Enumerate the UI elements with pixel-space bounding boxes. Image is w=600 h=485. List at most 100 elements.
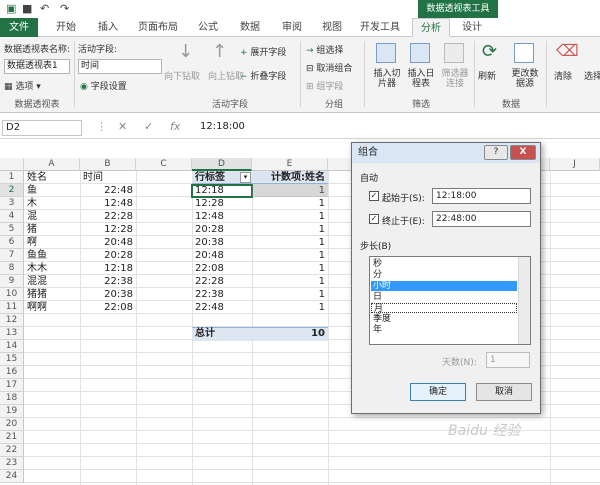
row-header[interactable]: 6 (0, 236, 24, 249)
list-item[interactable]: 分 (371, 270, 517, 280)
cell-name[interactable]: 猪 (24, 223, 80, 236)
row-header[interactable]: 16 (0, 366, 24, 379)
start-checkbox[interactable]: ✓ (369, 191, 379, 201)
name-box[interactable]: D2 (2, 120, 82, 136)
cell-time[interactable]: 22:38 (80, 275, 136, 288)
cell-name[interactable]: 猪猪 (24, 288, 80, 301)
refresh-button[interactable]: 刷新 (478, 69, 496, 82)
redo-icon[interactable]: ↷ (60, 2, 69, 15)
header-name[interactable]: 姓名 (24, 171, 80, 184)
filter-connections-button[interactable]: 筛选器连接 (438, 69, 472, 89)
row-header[interactable]: 10 (0, 288, 24, 301)
tab-insert[interactable]: 插入 (88, 18, 128, 37)
pivot-row-item[interactable]: 20:38 (192, 236, 252, 249)
row-header[interactable]: 8 (0, 262, 24, 275)
row-header[interactable]: 5 (0, 223, 24, 236)
end-checkbox[interactable]: ✓ (369, 214, 379, 224)
listbox-scrollbar[interactable] (518, 257, 530, 344)
cancel-button[interactable]: 取消 (476, 383, 532, 401)
start-input[interactable]: 12:18:00 (432, 188, 531, 204)
cell-name[interactable]: 鱼鱼 (24, 249, 80, 262)
list-item[interactable]: 秒 (371, 259, 517, 269)
pivot-row-count[interactable]: 1 (252, 275, 328, 288)
pivot-total-value[interactable]: 10 (252, 327, 328, 340)
expand-field-button[interactable]: + 展开字段 (240, 45, 286, 58)
clear-button[interactable]: 清除 (554, 69, 572, 82)
pivot-value-label[interactable]: 计数项:姓名 (252, 171, 328, 184)
row-header[interactable]: 1 (0, 171, 24, 184)
row-header[interactable]: 19 (0, 405, 24, 418)
col-header-c[interactable]: C (136, 158, 192, 171)
row-header[interactable]: 7 (0, 249, 24, 262)
close-button[interactable]: X (510, 145, 536, 160)
cancel-icon[interactable]: ✕ (118, 120, 127, 133)
pivot-row-count[interactable]: 1 (252, 301, 328, 314)
pivot-row-item[interactable]: 22:38 (192, 288, 252, 301)
pivot-row-item[interactable]: 20:48 (192, 249, 252, 262)
pivot-row-count[interactable]: 1 (252, 236, 328, 249)
formula-input[interactable]: 12:18:00 (200, 121, 245, 132)
ok-button[interactable]: 确定 (410, 383, 466, 401)
row-header[interactable]: 23 (0, 457, 24, 470)
cell-time[interactable]: 20:38 (80, 288, 136, 301)
pivot-row-count[interactable]: 1 (252, 249, 328, 262)
row-header[interactable]: 13 (0, 327, 24, 340)
pivot-row-item[interactable]: 22:48 (192, 301, 252, 314)
insert-timeline-button[interactable]: 插入日程表 (404, 69, 438, 89)
help-button[interactable]: ? (484, 145, 508, 160)
row-header[interactable]: 9 (0, 275, 24, 288)
options-button[interactable]: ▦ 选项 ▾ (4, 79, 41, 92)
tab-home[interactable]: 开始 (46, 18, 86, 37)
cell-time[interactable]: 20:28 (80, 249, 136, 262)
cell-name[interactable]: 鱼 (24, 184, 80, 197)
confirm-icon[interactable]: ✓ (144, 120, 153, 133)
list-item[interactable]: 季度 (371, 314, 517, 324)
row-header[interactable]: 20 (0, 418, 24, 431)
list-item-focused[interactable]: 月 (371, 303, 517, 314)
pivot-row-item[interactable]: 22:08 (192, 262, 252, 275)
tab-view[interactable]: 视图 (314, 18, 350, 37)
cell-name[interactable]: 啊 (24, 236, 80, 249)
select-button[interactable]: 选择 (584, 69, 600, 82)
insert-slicer-button[interactable]: 插入切片器 (370, 69, 404, 89)
pivot-row-count[interactable]: 1 (252, 262, 328, 275)
row-header[interactable]: 24 (0, 470, 24, 483)
cell-time[interactable]: 22:08 (80, 301, 136, 314)
list-item[interactable]: 年 (371, 325, 517, 335)
col-header-d[interactable]: D (192, 158, 252, 171)
tab-file[interactable]: 文件 (0, 18, 38, 37)
row-header[interactable]: 4 (0, 210, 24, 223)
tab-design[interactable]: 设计 (456, 18, 488, 37)
cell-name[interactable]: 啊啊 (24, 301, 80, 314)
col-header-a[interactable]: A (24, 158, 80, 171)
row-header[interactable]: 11 (0, 301, 24, 314)
cell-time[interactable]: 12:18 (80, 262, 136, 275)
row-header[interactable]: 14 (0, 340, 24, 353)
row-header[interactable]: 18 (0, 392, 24, 405)
header-time[interactable]: 时间 (80, 171, 136, 184)
cell-time[interactable]: 20:48 (80, 236, 136, 249)
select-all-corner[interactable] (0, 158, 24, 171)
pivot-row-count[interactable]: 1 (252, 223, 328, 236)
cell-name[interactable]: 木木 (24, 262, 80, 275)
undo-icon[interactable]: ↶ (40, 2, 49, 15)
cell-name[interactable]: 混 (24, 210, 80, 223)
pivot-row-item[interactable]: 22:28 (192, 275, 252, 288)
pivot-row-item[interactable]: 20:28 (192, 223, 252, 236)
pivot-row-count[interactable]: 1 (252, 288, 328, 301)
row-header[interactable]: 22 (0, 444, 24, 457)
drill-up-button[interactable]: 向上钻取 (208, 69, 244, 82)
row-header[interactable]: 12 (0, 314, 24, 327)
pivot-row-item[interactable]: 12:48 (192, 210, 252, 223)
row-header[interactable]: 3 (0, 197, 24, 210)
pivot-total-label[interactable]: 总计 (192, 327, 252, 340)
save-icon[interactable]: ■ (22, 2, 32, 15)
cell-time[interactable]: 12:48 (80, 197, 136, 210)
active-field-input[interactable]: 时间 (78, 59, 162, 74)
col-header-j[interactable]: J (550, 158, 600, 171)
cell-time[interactable]: 22:48 (80, 184, 136, 197)
col-header-b[interactable]: B (80, 158, 136, 171)
pivot-row-count[interactable]: 1 (252, 210, 328, 223)
collapse-field-button[interactable]: − 折叠字段 (240, 69, 286, 82)
cell-name[interactable]: 混混 (24, 275, 80, 288)
